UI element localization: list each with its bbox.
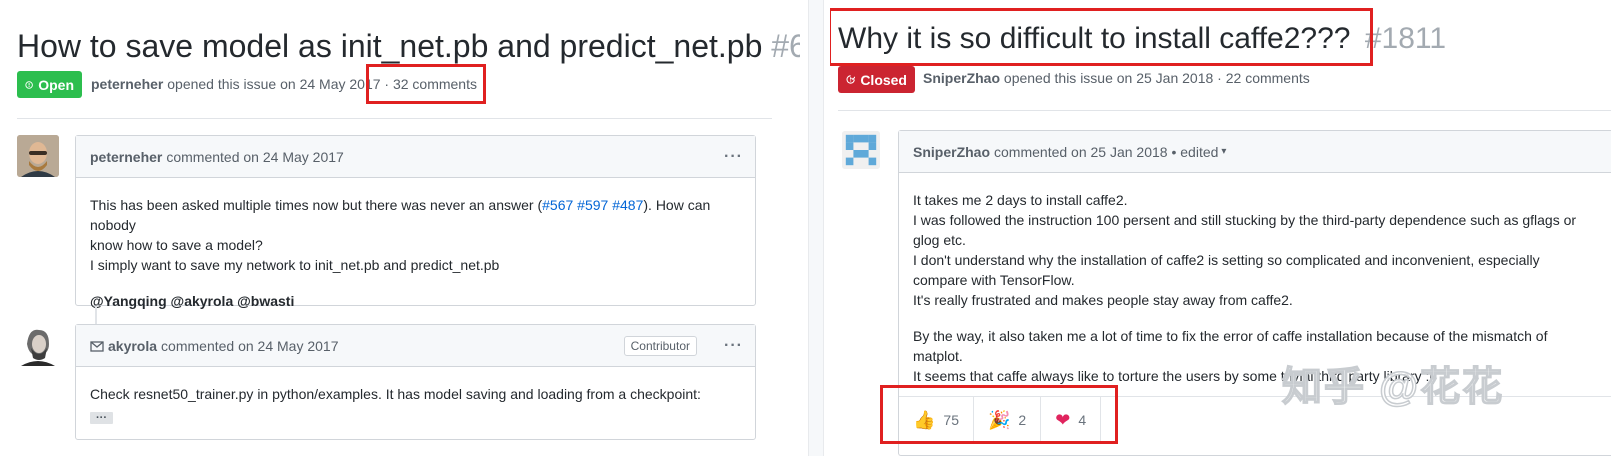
- issue-meta-text: opened this issue on 25 Jan 2018 · 22 co…: [1003, 70, 1310, 86]
- issue-number: #1811: [1364, 22, 1447, 55]
- status-badge-open: Open: [17, 71, 82, 98]
- issue-title-text: How to save model as init_net.pb and pre…: [17, 28, 763, 64]
- status-label: Open: [38, 76, 74, 93]
- comment-line: glog etc.: [913, 232, 966, 248]
- comment-line: matplot.: [913, 348, 963, 364]
- comment-line: It's really frustrated and makes people …: [913, 292, 1293, 308]
- comment-2-menu-icon[interactable]: ···: [724, 337, 743, 355]
- avatar-image: [17, 324, 59, 366]
- issue-link-597[interactable]: #597: [577, 197, 608, 213]
- comment-1-line-3: I simply want to save my network to init…: [90, 257, 500, 273]
- comment-2-text: Check resnet50_trainer.py in python/exam…: [90, 386, 701, 402]
- header-divider: [838, 110, 1611, 111]
- identicon-image: [842, 131, 880, 169]
- comment-1-mentions: @Yangqing @akyrola @bwasti: [90, 293, 295, 309]
- watermark-text: 知乎 @花花: [1281, 364, 1505, 410]
- issue-link-567[interactable]: #567: [542, 197, 573, 213]
- highlight-box-comments: [366, 64, 486, 104]
- highlight-box-title: [830, 8, 1373, 66]
- comment-body: It takes me 2 days to install caffe2. I …: [913, 190, 1611, 386]
- edited-dropdown-chevron-down-icon[interactable]: ▾: [1221, 146, 1226, 157]
- comment-line: I don't understand why the installation …: [913, 252, 1540, 268]
- issue-opened-icon: [25, 80, 33, 89]
- contributor-badge: Contributor: [623, 335, 697, 356]
- comment-line: It takes me 2 days to install caffe2.: [913, 192, 1128, 208]
- comment-2: akyrola commented on 24 May 2017 Contrib…: [75, 324, 756, 440]
- comment-2-body: Check resnet50_trainer.py in python/exam…: [90, 384, 741, 426]
- issue-title: How to save model as init_net.pb and pre…: [17, 28, 800, 65]
- issue-meta: SniperZhao opened this issue on 25 Jan 2…: [923, 70, 1310, 86]
- issue-closed-icon: [846, 75, 856, 84]
- issue-meta-text: opened this issue on 24 May 2017 ·: [167, 76, 390, 92]
- issue-link-487[interactable]: #487: [612, 197, 643, 213]
- avatar-peterneher[interactable]: [17, 135, 59, 177]
- issue-author-link[interactable]: peterneher: [91, 76, 163, 92]
- avatar-image: [17, 135, 59, 177]
- comment-author[interactable]: SniperZhao: [913, 144, 990, 160]
- right-issue-panel: Why it is so difficult to install caffe2…: [830, 0, 1611, 456]
- comment-1-body: This has been asked multiple times now b…: [90, 195, 741, 311]
- issue-number: #6: [771, 28, 800, 64]
- comment-1: peterneher commented on 24 May 2017 ··· …: [75, 135, 756, 309]
- avatar-sniperzhao[interactable]: [842, 131, 880, 169]
- avatar-akyrola[interactable]: [17, 324, 59, 366]
- issue-author-link[interactable]: SniperZhao: [923, 70, 1000, 86]
- comment-line: I was followed the instruction 100 perse…: [913, 212, 1577, 228]
- status-badge-closed: Closed: [838, 66, 915, 93]
- comment-1-header: peterneher commented on 24 May 2017 ···: [76, 136, 755, 178]
- comment-2-author[interactable]: akyrola: [108, 338, 157, 354]
- highlight-box-reactions: [880, 385, 1118, 444]
- panel-divider: [808, 0, 824, 456]
- comment-line: It seems that caffe always like to tortu…: [913, 368, 1435, 384]
- comment-2-action: commented on 24 May 2017: [161, 337, 339, 354]
- comment-1-author[interactable]: peterneher: [90, 149, 162, 165]
- comment-line: compare with TensorFlow.: [913, 272, 1075, 288]
- timeline-line: [95, 306, 97, 324]
- mail-icon: [90, 340, 104, 352]
- expand-more-button[interactable]: ···: [90, 412, 113, 424]
- status-label: Closed: [860, 71, 907, 88]
- comment-action: commented on 25 Jan 2018 • edited: [994, 143, 1219, 160]
- comment-1-action: commented on 24 May 2017: [166, 148, 344, 165]
- comment-1-menu-icon[interactable]: ···: [724, 148, 743, 166]
- left-issue-panel: How to save model as init_net.pb and pre…: [0, 0, 800, 456]
- header-divider: [17, 118, 772, 119]
- comment-1-line-1: This has been asked multiple times now b…: [90, 197, 711, 233]
- comment-line: By the way, it also taken me a lot of ti…: [913, 328, 1548, 344]
- comment-1-line-2: know how to save a model?: [90, 237, 263, 253]
- comment-2-header: akyrola commented on 24 May 2017 Contrib…: [76, 325, 755, 367]
- comment-header: SniperZhao commented on 25 Jan 2018 • ed…: [899, 131, 1611, 173]
